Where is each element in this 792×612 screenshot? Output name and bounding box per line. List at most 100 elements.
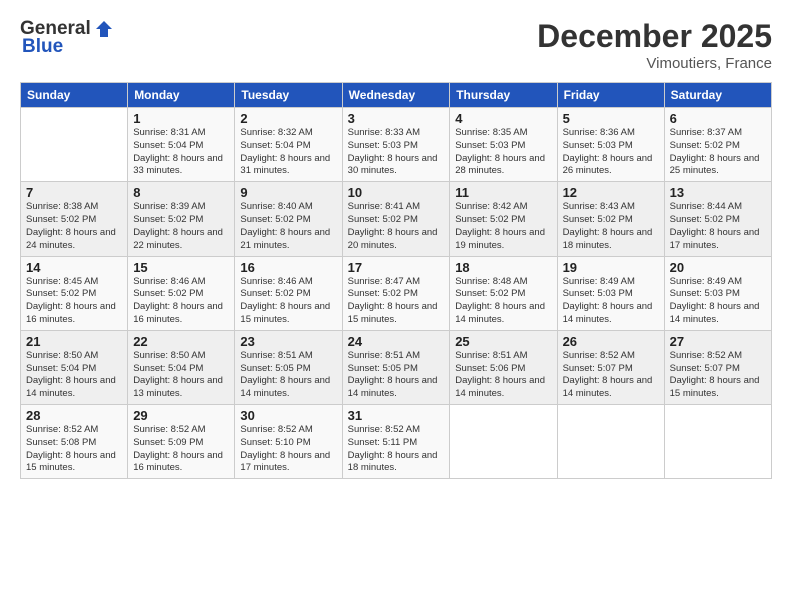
- day-cell: 29Sunrise: 8:52 AMSunset: 5:09 PMDayligh…: [128, 405, 235, 479]
- day-cell: 15Sunrise: 8:46 AMSunset: 5:02 PMDayligh…: [128, 256, 235, 330]
- day-cell: 24Sunrise: 8:51 AMSunset: 5:05 PMDayligh…: [342, 330, 450, 404]
- day-info: Sunrise: 8:46 AMSunset: 5:02 PMDaylight:…: [240, 276, 336, 327]
- week-row-1: 1Sunrise: 8:31 AMSunset: 5:04 PMDaylight…: [21, 108, 772, 182]
- day-info: Sunrise: 8:45 AMSunset: 5:02 PMDaylight:…: [26, 276, 122, 327]
- header: General Blue December 2025 Vimoutiers, F…: [20, 18, 772, 72]
- day-number: 15: [133, 260, 229, 275]
- day-number: 20: [670, 260, 766, 275]
- day-cell: 4Sunrise: 8:35 AMSunset: 5:03 PMDaylight…: [450, 108, 557, 182]
- day-number: 26: [563, 334, 659, 349]
- day-info: Sunrise: 8:37 AMSunset: 5:02 PMDaylight:…: [670, 127, 766, 178]
- day-number: 3: [348, 111, 445, 126]
- day-cell: [21, 108, 128, 182]
- col-header-tuesday: Tuesday: [235, 83, 342, 108]
- day-info: Sunrise: 8:32 AMSunset: 5:04 PMDaylight:…: [240, 127, 336, 178]
- day-cell: 28Sunrise: 8:52 AMSunset: 5:08 PMDayligh…: [21, 405, 128, 479]
- day-cell: 6Sunrise: 8:37 AMSunset: 5:02 PMDaylight…: [664, 108, 771, 182]
- day-info: Sunrise: 8:47 AMSunset: 5:02 PMDaylight:…: [348, 276, 445, 327]
- day-cell: 12Sunrise: 8:43 AMSunset: 5:02 PMDayligh…: [557, 182, 664, 256]
- day-cell: 17Sunrise: 8:47 AMSunset: 5:02 PMDayligh…: [342, 256, 450, 330]
- day-number: 5: [563, 111, 659, 126]
- day-cell: 25Sunrise: 8:51 AMSunset: 5:06 PMDayligh…: [450, 330, 557, 404]
- day-number: 25: [455, 334, 551, 349]
- day-info: Sunrise: 8:52 AMSunset: 5:09 PMDaylight:…: [133, 424, 229, 475]
- day-number: 22: [133, 334, 229, 349]
- day-cell: 11Sunrise: 8:42 AMSunset: 5:02 PMDayligh…: [450, 182, 557, 256]
- day-info: Sunrise: 8:50 AMSunset: 5:04 PMDaylight:…: [133, 350, 229, 401]
- day-cell: [557, 405, 664, 479]
- page: General Blue December 2025 Vimoutiers, F…: [0, 0, 792, 612]
- day-cell: 31Sunrise: 8:52 AMSunset: 5:11 PMDayligh…: [342, 405, 450, 479]
- day-cell: 19Sunrise: 8:49 AMSunset: 5:03 PMDayligh…: [557, 256, 664, 330]
- day-number: 29: [133, 408, 229, 423]
- day-number: 23: [240, 334, 336, 349]
- day-number: 2: [240, 111, 336, 126]
- logo-blue: Blue: [22, 36, 63, 58]
- day-number: 24: [348, 334, 445, 349]
- day-info: Sunrise: 8:35 AMSunset: 5:03 PMDaylight:…: [455, 127, 551, 178]
- day-cell: [450, 405, 557, 479]
- day-info: Sunrise: 8:52 AMSunset: 5:07 PMDaylight:…: [563, 350, 659, 401]
- col-header-saturday: Saturday: [664, 83, 771, 108]
- day-info: Sunrise: 8:33 AMSunset: 5:03 PMDaylight:…: [348, 127, 445, 178]
- day-info: Sunrise: 8:51 AMSunset: 5:06 PMDaylight:…: [455, 350, 551, 401]
- day-number: 16: [240, 260, 336, 275]
- day-info: Sunrise: 8:41 AMSunset: 5:02 PMDaylight:…: [348, 201, 445, 252]
- day-cell: 18Sunrise: 8:48 AMSunset: 5:02 PMDayligh…: [450, 256, 557, 330]
- col-header-monday: Monday: [128, 83, 235, 108]
- day-info: Sunrise: 8:42 AMSunset: 5:02 PMDaylight:…: [455, 201, 551, 252]
- day-info: Sunrise: 8:31 AMSunset: 5:04 PMDaylight:…: [133, 127, 229, 178]
- calendar-header-row: SundayMondayTuesdayWednesdayThursdayFrid…: [21, 83, 772, 108]
- day-cell: 22Sunrise: 8:50 AMSunset: 5:04 PMDayligh…: [128, 330, 235, 404]
- day-number: 18: [455, 260, 551, 275]
- day-number: 11: [455, 185, 551, 200]
- day-cell: 13Sunrise: 8:44 AMSunset: 5:02 PMDayligh…: [664, 182, 771, 256]
- day-info: Sunrise: 8:46 AMSunset: 5:02 PMDaylight:…: [133, 276, 229, 327]
- day-number: 8: [133, 185, 229, 200]
- day-number: 9: [240, 185, 336, 200]
- day-cell: 21Sunrise: 8:50 AMSunset: 5:04 PMDayligh…: [21, 330, 128, 404]
- month-title: December 2025: [537, 18, 772, 55]
- day-number: 6: [670, 111, 766, 126]
- day-info: Sunrise: 8:51 AMSunset: 5:05 PMDaylight:…: [348, 350, 445, 401]
- col-header-friday: Friday: [557, 83, 664, 108]
- col-header-wednesday: Wednesday: [342, 83, 450, 108]
- location: Vimoutiers, France: [537, 55, 772, 72]
- day-info: Sunrise: 8:36 AMSunset: 5:03 PMDaylight:…: [563, 127, 659, 178]
- day-number: 31: [348, 408, 445, 423]
- day-number: 27: [670, 334, 766, 349]
- week-row-5: 28Sunrise: 8:52 AMSunset: 5:08 PMDayligh…: [21, 405, 772, 479]
- day-number: 7: [26, 185, 122, 200]
- day-info: Sunrise: 8:39 AMSunset: 5:02 PMDaylight:…: [133, 201, 229, 252]
- day-cell: 20Sunrise: 8:49 AMSunset: 5:03 PMDayligh…: [664, 256, 771, 330]
- day-info: Sunrise: 8:43 AMSunset: 5:02 PMDaylight:…: [563, 201, 659, 252]
- day-cell: 26Sunrise: 8:52 AMSunset: 5:07 PMDayligh…: [557, 330, 664, 404]
- day-cell: 10Sunrise: 8:41 AMSunset: 5:02 PMDayligh…: [342, 182, 450, 256]
- day-number: 13: [670, 185, 766, 200]
- day-cell: 3Sunrise: 8:33 AMSunset: 5:03 PMDaylight…: [342, 108, 450, 182]
- day-number: 10: [348, 185, 445, 200]
- week-row-4: 21Sunrise: 8:50 AMSunset: 5:04 PMDayligh…: [21, 330, 772, 404]
- day-info: Sunrise: 8:49 AMSunset: 5:03 PMDaylight:…: [563, 276, 659, 327]
- week-row-3: 14Sunrise: 8:45 AMSunset: 5:02 PMDayligh…: [21, 256, 772, 330]
- day-info: Sunrise: 8:52 AMSunset: 5:08 PMDaylight:…: [26, 424, 122, 475]
- day-number: 30: [240, 408, 336, 423]
- title-block: December 2025 Vimoutiers, France: [537, 18, 772, 72]
- day-info: Sunrise: 8:48 AMSunset: 5:02 PMDaylight:…: [455, 276, 551, 327]
- day-info: Sunrise: 8:52 AMSunset: 5:10 PMDaylight:…: [240, 424, 336, 475]
- day-info: Sunrise: 8:44 AMSunset: 5:02 PMDaylight:…: [670, 201, 766, 252]
- col-header-thursday: Thursday: [450, 83, 557, 108]
- day-info: Sunrise: 8:51 AMSunset: 5:05 PMDaylight:…: [240, 350, 336, 401]
- day-info: Sunrise: 8:52 AMSunset: 5:11 PMDaylight:…: [348, 424, 445, 475]
- day-number: 21: [26, 334, 122, 349]
- week-row-2: 7Sunrise: 8:38 AMSunset: 5:02 PMDaylight…: [21, 182, 772, 256]
- day-cell: 14Sunrise: 8:45 AMSunset: 5:02 PMDayligh…: [21, 256, 128, 330]
- day-number: 4: [455, 111, 551, 126]
- day-number: 12: [563, 185, 659, 200]
- day-cell: [664, 405, 771, 479]
- day-info: Sunrise: 8:50 AMSunset: 5:04 PMDaylight:…: [26, 350, 122, 401]
- col-header-sunday: Sunday: [21, 83, 128, 108]
- day-cell: 27Sunrise: 8:52 AMSunset: 5:07 PMDayligh…: [664, 330, 771, 404]
- day-info: Sunrise: 8:38 AMSunset: 5:02 PMDaylight:…: [26, 201, 122, 252]
- day-cell: 8Sunrise: 8:39 AMSunset: 5:02 PMDaylight…: [128, 182, 235, 256]
